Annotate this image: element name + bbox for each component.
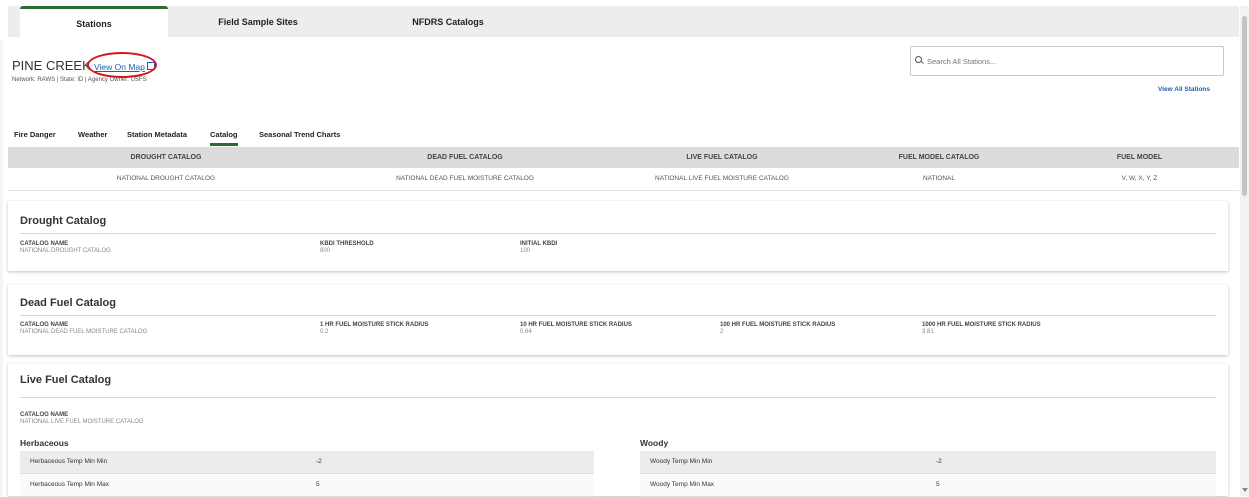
field-label: 100 HR FUEL MOISTURE STICK RADIUS — [720, 322, 836, 328]
tab-weather[interactable]: Weather — [78, 130, 107, 139]
divider — [20, 233, 1216, 234]
header-fuel-model-catalog: FUEL MODEL CATALOG — [898, 154, 980, 161]
field-label: CATALOG NAME — [20, 241, 69, 247]
catalog-summary-table: DROUGHT CATALOG DEAD FUEL CATALOG LIVE F… — [8, 147, 1239, 191]
param-name: Herbaceous Temp Min Min — [30, 458, 108, 465]
tab-stations[interactable]: Stations — [20, 6, 168, 37]
param-value: 5 — [936, 481, 940, 488]
field-initial-kbdi: INITIAL KBDI 100 — [520, 241, 557, 254]
header-live-fuel-catalog: LIVE FUEL CATALOG — [686, 154, 758, 161]
top-tab-bar: Stations Field Sample Sites NFDRS Catalo… — [8, 6, 1239, 37]
table-row: Herbaceous Temp Min Min -2 — [20, 451, 594, 474]
table-row: Herbaceous Temp Min Max 5 — [20, 474, 594, 497]
field-label: INITIAL KBDI — [520, 241, 558, 247]
card-title: Live Fuel Catalog — [20, 374, 112, 386]
drought-catalog-card: Drought Catalog CATALOG NAME NATIONAL DR… — [8, 201, 1228, 271]
card-title: Dead Fuel Catalog — [20, 297, 116, 309]
herbaceous-heading: Herbaceous — [20, 438, 69, 448]
field-1000hr-radius: 1000 HR FUEL MOISTURE STICK RADIUS 3.81 — [922, 322, 1041, 335]
header-drought-catalog: DROUGHT CATALOG — [130, 154, 202, 161]
cell-fuel-model-catalog: NATIONAL — [922, 175, 956, 182]
field-label: CATALOG NAME — [20, 322, 69, 328]
view-all-stations-link[interactable]: View All Stations — [1158, 86, 1210, 93]
page-edge — [0, 40, 3, 496]
station-meta: Network: RAWS | State: ID | Agency Owner… — [12, 77, 147, 83]
field-catalog-name: CATALOG NAME NATIONAL LIVE FUEL MOISTURE… — [20, 412, 144, 425]
tab-field-sample-sites[interactable]: Field Sample Sites — [203, 6, 313, 37]
param-value: -2 — [936, 458, 942, 465]
cell-drought-catalog: NATIONAL DROUGHT CATALOG — [116, 175, 216, 182]
divider — [20, 315, 1216, 316]
tab-catalog[interactable]: Catalog — [210, 130, 238, 146]
field-value: 0.2 — [320, 329, 329, 335]
cell-fuel-model: V, W, X, Y, Z — [1121, 175, 1158, 182]
tab-station-metadata[interactable]: Station Metadata — [127, 130, 187, 139]
station-name: PINE CREEK — [12, 58, 91, 73]
header-fuel-model: FUEL MODEL — [1116, 154, 1163, 161]
field-100hr-radius: 100 HR FUEL MOISTURE STICK RADIUS 2 — [720, 322, 835, 335]
param-value: 5 — [316, 481, 320, 488]
woody-heading: Woody — [640, 438, 669, 448]
param-name: Herbaceous Temp Min Max — [30, 481, 109, 488]
table-row: Woody Temp Min Max 5 — [640, 474, 1216, 497]
search-box[interactable] — [910, 46, 1224, 76]
field-value: 2 — [720, 329, 724, 335]
field-label: 1000 HR FUEL MOISTURE STICK RADIUS — [922, 322, 1041, 328]
field-label: CATALOG NAME — [20, 412, 69, 418]
param-name: Woody Temp Min Min — [650, 458, 713, 465]
table-row: NATIONAL DROUGHT CATALOG NATIONAL DEAD F… — [8, 168, 1239, 191]
tab-seasonal-trend-charts[interactable]: Seasonal Trend Charts — [259, 130, 340, 139]
field-label: KBDI THRESHOLD — [320, 241, 374, 247]
field-label: 1 HR FUEL MOISTURE STICK RADIUS — [320, 322, 429, 328]
live-fuel-catalog-card: Live Fuel Catalog CATALOG NAME NATIONAL … — [8, 364, 1228, 497]
tab-fire-danger[interactable]: Fire Danger — [14, 130, 56, 139]
tab-nfdrs-catalogs[interactable]: NFDRS Catalogs — [398, 6, 498, 37]
field-value: NATIONAL DROUGHT CATALOG — [20, 248, 111, 254]
table-row: Woody Temp Min Min -2 — [640, 451, 1216, 474]
field-1hr-radius: 1 HR FUEL MOISTURE STICK RADIUS 0.2 — [320, 322, 429, 335]
field-kbdi-threshold: KBDI THRESHOLD 800 — [320, 241, 374, 254]
field-value: 0.64 — [520, 329, 532, 335]
scroll-down-icon[interactable] — [1242, 488, 1248, 492]
field-10hr-radius: 10 HR FUEL MOISTURE STICK RADIUS 0.64 — [520, 322, 632, 335]
field-value: NATIONAL LIVE FUEL MOISTURE CATALOG — [20, 419, 144, 425]
header-dead-fuel-catalog: DEAD FUEL CATALOG — [427, 154, 503, 161]
scrollbar-thumb[interactable] — [1242, 16, 1247, 196]
cell-dead-fuel-catalog: NATIONAL DEAD FUEL MOISTURE CATALOG — [396, 175, 534, 182]
search-input[interactable] — [925, 53, 1209, 69]
dead-fuel-catalog-card: Dead Fuel Catalog CATALOG NAME NATIONAL … — [8, 285, 1228, 355]
field-label: 10 HR FUEL MOISTURE STICK RADIUS — [520, 322, 632, 328]
cell-live-fuel-catalog: NATIONAL LIVE FUEL MOISTURE CATALOG — [655, 175, 789, 182]
table-header-row: DROUGHT CATALOG DEAD FUEL CATALOG LIVE F… — [8, 147, 1239, 168]
param-name: Woody Temp Min Max — [650, 481, 715, 488]
annotation-circle — [87, 52, 157, 78]
card-title: Drought Catalog — [20, 215, 107, 227]
field-catalog-name: CATALOG NAME NATIONAL DEAD FUEL MOISTURE… — [20, 322, 147, 335]
field-value: 800 — [320, 248, 331, 254]
divider — [20, 397, 1216, 398]
page-scrollbar[interactable] — [1240, 6, 1249, 496]
field-value: 3.81 — [922, 329, 934, 335]
param-value: -2 — [316, 458, 322, 465]
field-catalog-name: CATALOG NAME NATIONAL DROUGHT CATALOG — [20, 241, 111, 254]
search-icon — [915, 56, 922, 63]
field-value: NATIONAL DEAD FUEL MOISTURE CATALOG — [20, 329, 148, 335]
field-value: 100 — [520, 248, 531, 254]
